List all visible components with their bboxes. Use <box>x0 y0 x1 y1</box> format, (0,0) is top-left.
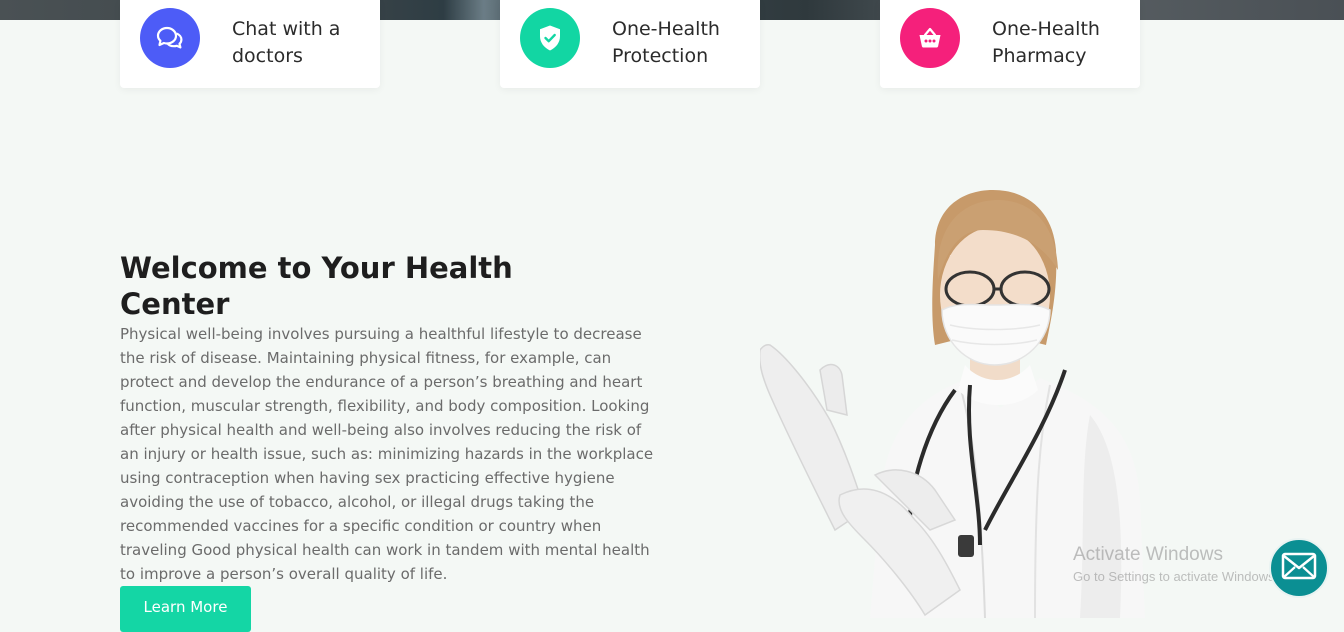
feature-card-chat[interactable]: Chat with a doctors <box>120 0 380 88</box>
feature-card-pharmacy[interactable]: One-Health Pharmacy <box>880 0 1140 88</box>
envelope-icon <box>1281 552 1317 584</box>
feature-label-chat: Chat with a doctors <box>232 18 341 67</box>
shopping-basket-icon <box>900 8 960 68</box>
feature-card-protection[interactable]: One-Health Protection <box>500 0 760 88</box>
welcome-heading-line1: Welcome to Your Health <box>120 251 513 285</box>
watermark-line1: Activate Windows <box>1073 544 1223 565</box>
chat-bubbles-icon <box>140 8 200 68</box>
welcome-paragraph: Physical well-being involves pursuing a … <box>120 325 654 583</box>
learn-more-button[interactable]: Learn More <box>120 586 251 632</box>
welcome-heading: Welcome to Your Health Center <box>120 250 540 322</box>
shield-check-icon <box>520 8 580 68</box>
welcome-heading-line2: Center <box>120 287 230 321</box>
feature-label-protection: One-Health Protection <box>612 18 720 67</box>
watermark-line2: Go to Settings to activate Windows. <box>1073 569 1279 584</box>
feature-label-pharmacy: One-Health Pharmacy <box>992 18 1100 67</box>
floating-message-button[interactable] <box>1269 538 1329 598</box>
windows-activation-watermark: Activate Windows Go to Settings to activ… <box>1073 543 1278 587</box>
